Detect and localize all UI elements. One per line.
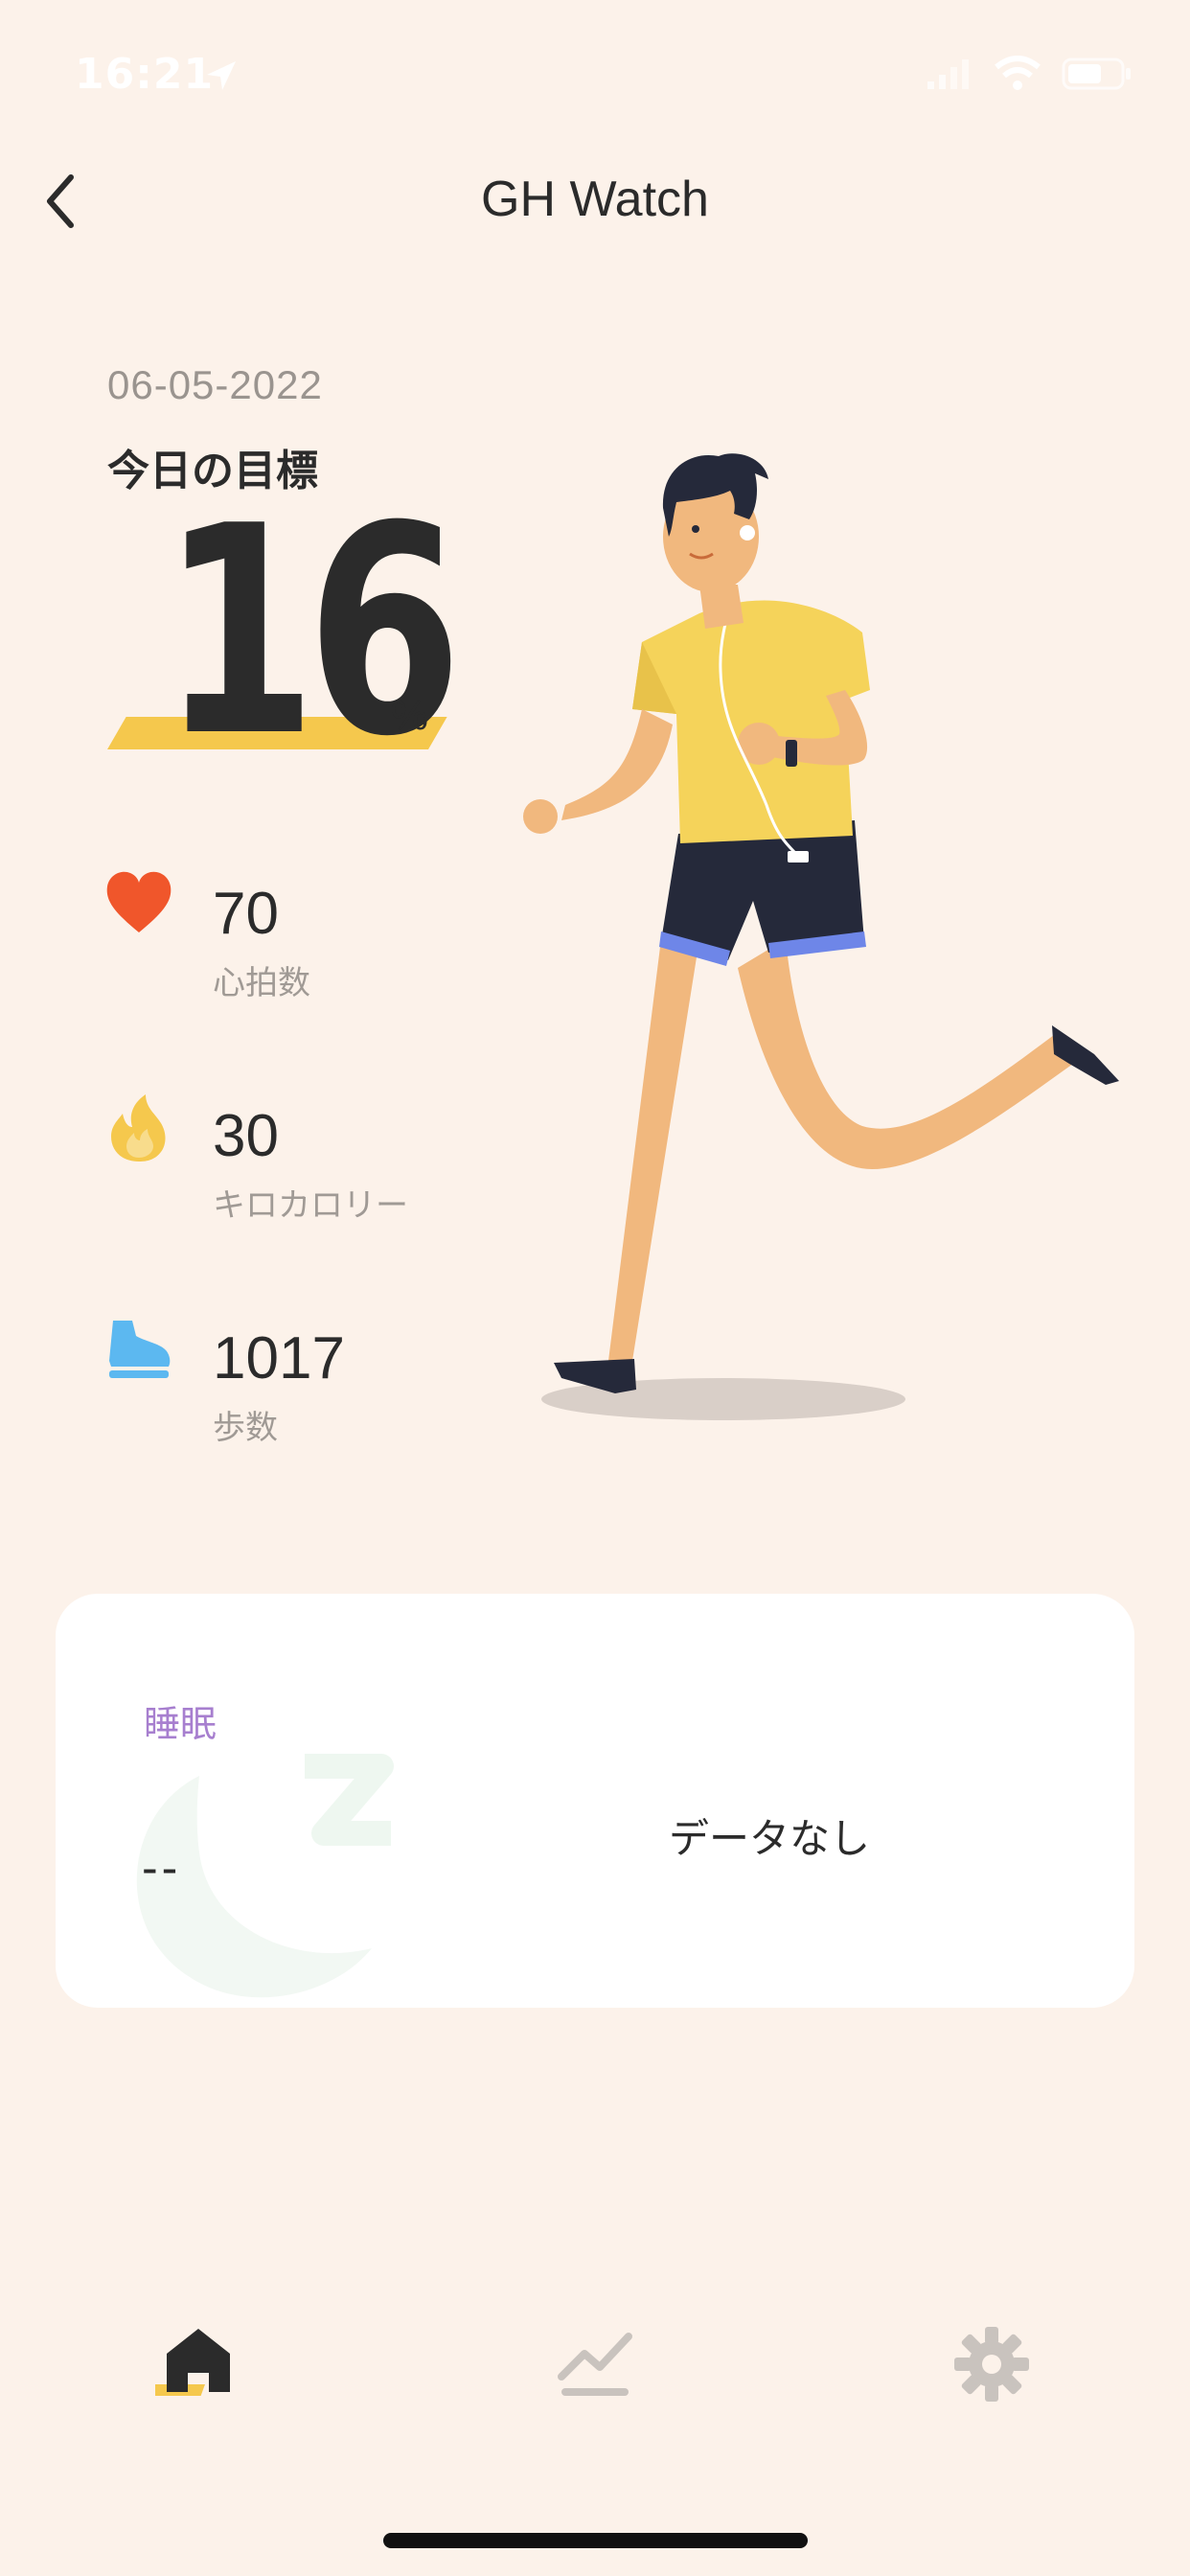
calories-value: 30 [213,1103,279,1169]
home-icon [167,2329,230,2392]
home-indicator[interactable] [383,2533,808,2548]
signal-icon [927,59,969,89]
wifi-icon [995,56,1041,90]
gear-icon [954,2327,1029,2402]
sleep-no-data: データなし [669,1815,871,1862]
steps-label: 歩数 [213,1409,278,1447]
location-arrow-icon [207,61,236,90]
sleep-value: -- [142,1841,182,1895]
goal-percent-sign: % [391,692,429,739]
moon-icon [136,1754,394,1998]
tab-home[interactable] [155,2321,241,2407]
status-time: 16:21 [75,50,215,99]
flame-icon [111,1094,166,1162]
sleep-card[interactable]: 睡眠 -- データなし [56,1594,1134,2008]
heart-rate-value: 70 [213,881,279,947]
page-title: GH Watch [481,172,709,227]
sleep-label: 睡眠 [144,1703,217,1745]
runner-illustration [523,453,1119,1420]
heart-icon [106,871,172,932]
calories-label: キロカロリー [213,1186,408,1225]
chart-icon [558,2333,632,2396]
steps-value: 1017 [213,1325,345,1392]
shoe-icon [109,1321,171,1378]
heart-rate-label: 心拍数 [213,964,310,1002]
battery-icon [1062,58,1131,90]
tab-stats[interactable] [552,2321,638,2407]
status-icons [926,56,1133,92]
goal-date: 06-05-2022 [107,362,323,407]
tab-settings[interactable] [949,2321,1035,2407]
